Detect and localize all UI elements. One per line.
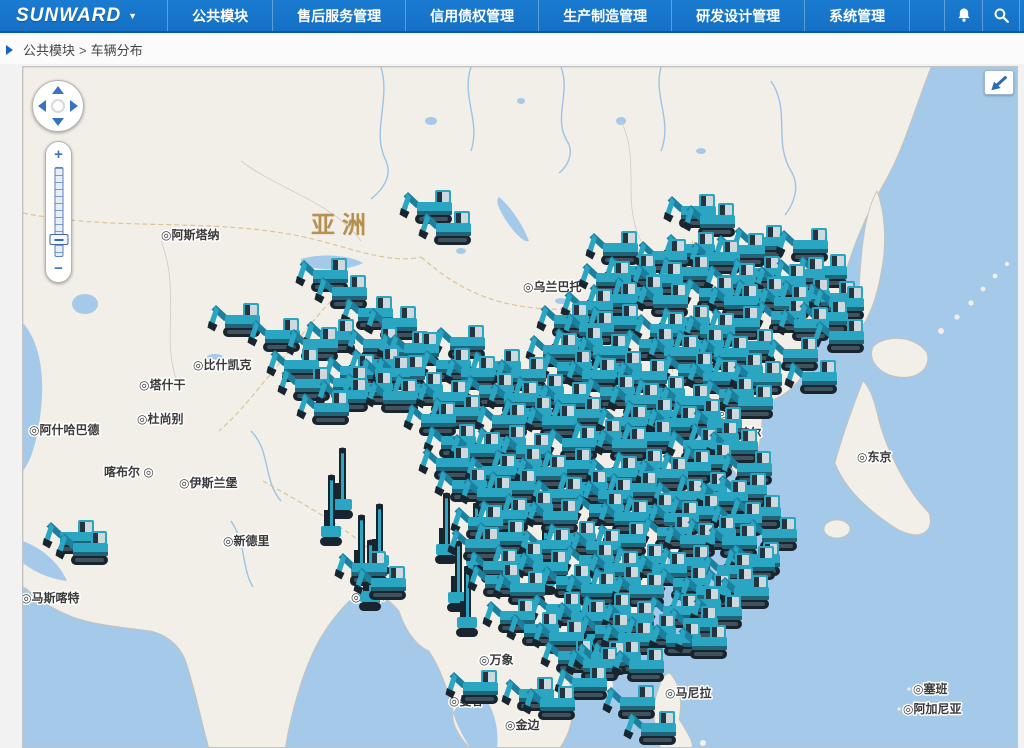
city-label: ◎塔什干 [139,377,185,392]
city-label: ◎新德里 [223,533,269,548]
breadcrumb-bar: 公共模块 > 车辆分布 [0,35,1024,64]
nav-item-label: 公共模块 [192,6,248,26]
search-icon [992,6,1011,25]
zoom-slider-handle[interactable] [49,234,68,245]
pan-down-arrow-icon[interactable] [52,118,64,126]
nav-item-label: 生产制造管理 [563,6,647,26]
zoom-out-button[interactable]: − [46,261,71,277]
city-label: ◎比什凯克 [193,357,251,372]
nav-item-public-module[interactable]: 公共模块 [167,0,272,31]
logo-text: SUNWARD [16,5,121,27]
city-label: ◎东京 [857,449,891,464]
city-label: ◎伊斯兰堡 [179,475,237,490]
map-panel: 亚洲 ◎阿斯塔纳 ◎乌兰巴托 ◎比什凯克 ◎塔什干 ◎杜尚别 ◎阿什哈巴德喀布尔 ◎ ◎伊斯… [22,66,1018,748]
city-label: ◎金边 [505,717,540,732]
breadcrumb-arrow-icon[interactable] [6,45,13,55]
collapse-arrow-icon [989,74,1009,92]
city-label: ◎杜尚别 [137,411,183,426]
zoom-in-button[interactable]: + [46,147,71,163]
breadcrumb-module: 公共模块 [23,43,75,58]
nav-item-label: 研发设计管理 [696,6,780,26]
nav-item-production[interactable]: 生产制造管理 [538,0,671,31]
sunward-logo[interactable]: SUNWARD ▼ [0,5,151,27]
search-button[interactable] [982,0,1020,31]
logo-caret-icon: ▼ [128,11,137,21]
nav-item-label: 信用债权管理 [430,6,514,26]
breadcrumb-separator: > [79,43,87,58]
map-pan-control [32,80,84,132]
pan-up-arrow-icon[interactable] [52,86,64,94]
breadcrumb-page: 车辆分布 [91,43,143,58]
map-collapse-button[interactable] [984,70,1014,95]
city-label: ◎阿什哈巴德 [29,422,99,437]
city-label: ◎马斯喀特 [23,590,79,605]
nav-item-label: 系统管理 [829,6,885,26]
nav-item-rnd[interactable]: 研发设计管理 [671,0,804,31]
top-bar: SUNWARD ▼ 公共模块 售后服务管理 信用债权管理 生产制造管理 研发设计… [0,0,1024,33]
nav-item-aftersales[interactable]: 售后服务管理 [272,0,405,31]
notifications-button[interactable] [944,0,982,31]
nav-item-credit[interactable]: 信用债权管理 [405,0,538,31]
region-label-asia: 亚洲 [311,212,373,239]
pan-center-icon[interactable] [51,99,65,113]
nav-item-label: 售后服务管理 [297,6,381,26]
city-label: ◎乌兰巴托 [523,279,581,294]
city-label: ◎马尼拉 [665,685,711,700]
city-label: ◎万象 [479,652,513,667]
city-label: ◎塞班 [913,681,947,696]
main-nav: 公共模块 售后服务管理 信用债权管理 生产制造管理 研发设计管理 系统管理 [167,0,910,31]
map-zoom-slider: + − [45,141,72,283]
city-label: 喀布尔 ◎ [104,464,154,479]
pan-right-arrow-icon[interactable] [70,100,78,112]
breadcrumb: 公共模块 > 车辆分布 [23,40,143,59]
city-label: ◎阿加尼亚 [903,701,961,716]
nav-item-system[interactable]: 系统管理 [804,0,910,31]
map-canvas[interactable]: 亚洲 ◎阿斯塔纳 ◎乌兰巴托 ◎比什凯克 ◎塔什干 ◎杜尚别 ◎阿什哈巴德喀布尔 ◎ ◎伊斯… [23,67,1018,748]
bell-icon [954,6,974,26]
pan-left-arrow-icon[interactable] [38,100,46,112]
city-label: ◎阿斯塔纳 [161,227,219,242]
